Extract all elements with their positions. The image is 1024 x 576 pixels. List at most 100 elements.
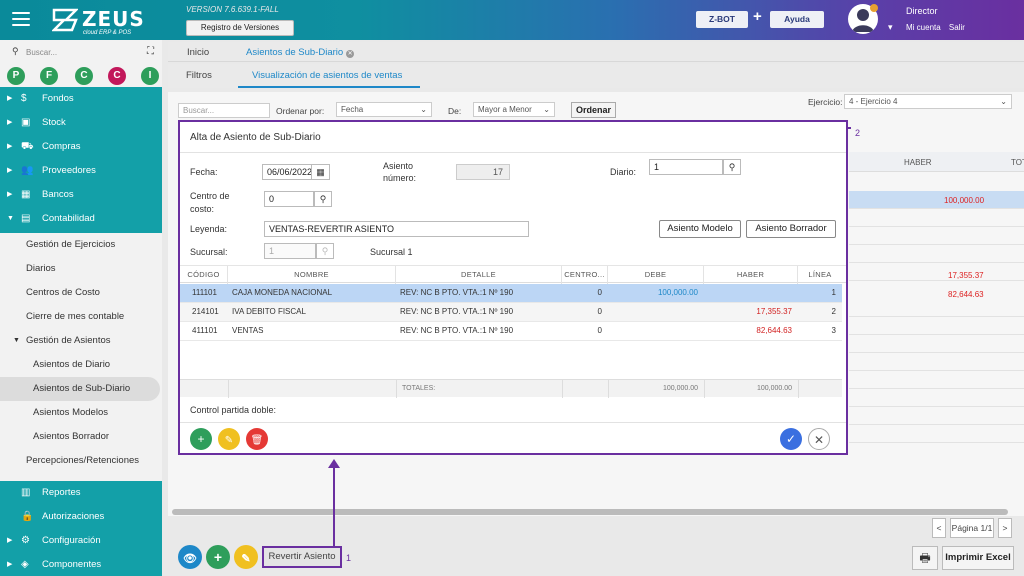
ordenar-button[interactable]: Ordenar <box>571 102 616 118</box>
table-row[interactable]: 411101 VENTAS REV: NC B PTO. VTA.:1 Nº 190… <box>180 322 842 341</box>
sidebar-item-stock[interactable]: ▶ ▣ Stock <box>0 111 162 135</box>
col-haber[interactable]: HABER <box>704 266 798 284</box>
col-centro[interactable]: CENTRO... <box>562 266 608 284</box>
diario-input[interactable]: 1 <box>649 159 723 175</box>
expand-icon[interactable]: ⛶ <box>147 46 154 57</box>
quick-button[interactable]: I <box>141 67 159 85</box>
bg-value: 82,644.63 <box>948 290 984 299</box>
table-row[interactable] <box>849 191 1024 209</box>
tab-inicio[interactable]: Inicio <box>187 47 209 58</box>
search-icon[interactable]: ⚲ <box>723 159 741 175</box>
close-tab-icon[interactable]: ✕ <box>346 50 355 58</box>
sidebar-subitem[interactable]: Asientos Modelos <box>0 401 162 425</box>
zbot-button[interactable]: Z-BOT <box>696 11 748 28</box>
tab-visualizacion[interactable]: Visualización de asientos de ventas <box>252 70 402 81</box>
calendar-icon[interactable]: ▦ <box>312 164 330 180</box>
sidebar-search-input[interactable]: Buscar... <box>26 48 57 57</box>
edit-line-button[interactable]: ✎ <box>218 428 240 450</box>
horizontal-scrollbar[interactable] <box>172 509 1008 515</box>
sidebar-item-configuración[interactable]: ▶ ⚙ Configuración <box>0 529 162 553</box>
col-nombre[interactable]: NOMBRE <box>228 266 396 284</box>
table-row[interactable] <box>849 353 1024 371</box>
table-row[interactable] <box>849 299 1024 317</box>
sidebar-subitem[interactable]: Diarios <box>0 257 162 281</box>
sidebar-subitem[interactable]: Gestión de Ejercicios <box>0 233 162 257</box>
sidebar-item-componentes[interactable]: ▶ ◈ Componentes <box>0 553 162 576</box>
sidebar-item-fondos[interactable]: ▶ $ Fondos <box>0 87 162 111</box>
revertir-asiento-button[interactable]: Revertir Asiento <box>262 546 342 568</box>
divider <box>228 380 229 398</box>
sidebar-item-autorizaciones[interactable]: 🔒 Autorizaciones <box>0 505 162 529</box>
sidebar-item-label: Fondos <box>42 93 74 104</box>
chevron-down-icon[interactable]: ▾ <box>888 22 893 33</box>
table-row[interactable] <box>849 209 1024 227</box>
col-detalle[interactable]: DETALLE <box>396 266 562 284</box>
registro-versiones-button[interactable]: Registro de Versiones <box>186 20 294 36</box>
delete-line-button[interactable]: 🗑 <box>246 428 268 450</box>
table-row[interactable] <box>849 263 1024 281</box>
col-debe[interactable]: DEBE <box>608 266 704 284</box>
ayuda-button[interactable]: Ayuda <box>770 11 824 28</box>
quick-button[interactable]: C <box>108 67 126 85</box>
confirm-button[interactable]: ✓ <box>780 428 802 450</box>
add-line-button[interactable]: + <box>190 428 212 450</box>
edit-button[interactable]: ✎ <box>234 545 258 569</box>
table-row[interactable]: 111101 CAJA MONEDA NACIONAL REV: NC B PTO.… <box>180 284 842 303</box>
ejercicio-select[interactable]: 4 - Ejercicio 4 ⌄ <box>844 94 1012 109</box>
sucursal-input[interactable]: 1 <box>264 243 316 259</box>
table-row[interactable]: 214101 IVA DEBITO FISCAL REV: NC B PTO. VT… <box>180 303 842 322</box>
cell-centro: 0 <box>597 288 602 297</box>
sidebar-subitem[interactable]: Asientos de Sub-Diario <box>0 377 160 401</box>
sidebar-subitem[interactable]: Asientos de Diario <box>0 353 162 377</box>
pager-next-button[interactable]: > <box>998 518 1012 538</box>
mi-cuenta-link[interactable]: Mi cuenta <box>906 23 941 32</box>
sidebar-subitem[interactable]: Cierre de mes contable <box>0 305 162 329</box>
col-linea[interactable]: LÍNEA <box>798 266 842 284</box>
logo-subtitle: cloud ERP & POS <box>83 30 132 36</box>
hamburger-menu-icon[interactable] <box>12 12 30 28</box>
table-row[interactable] <box>849 317 1024 335</box>
table-row[interactable] <box>849 425 1024 443</box>
leyenda-input[interactable]: VENTAS-REVERTIR ASIENTO <box>264 221 529 237</box>
sidebar-item-contabilidad[interactable]: ▼ ▤ Contabilidad <box>0 207 162 231</box>
quick-button[interactable]: C <box>75 67 93 85</box>
buscar-input[interactable]: Buscar... <box>178 103 270 118</box>
sidebar-item-proveedores[interactable]: ▶ 👥 Proveedores <box>0 159 162 183</box>
sidebar-subitem[interactable]: ▼ Gestión de Asientos <box>0 329 162 353</box>
salir-link[interactable]: Salir <box>949 23 965 32</box>
table-row[interactable] <box>849 371 1024 389</box>
table-row[interactable] <box>849 335 1024 353</box>
asiento-modelo-button[interactable]: Asiento Modelo <box>659 220 741 238</box>
sidebar-subitem[interactable]: Asientos Borrador <box>0 425 162 449</box>
sidebar-item-bancos[interactable]: ▶ ▦ Bancos <box>0 183 162 207</box>
imprimir-excel-button[interactable]: Imprimir Excel <box>942 546 1014 570</box>
pager-prev-button[interactable]: < <box>932 518 946 538</box>
table-row[interactable] <box>849 245 1024 263</box>
sidebar-subitem-label: Gestión de Ejercicios <box>26 239 116 250</box>
ejercicio-value: 4 - Ejercicio 4 <box>849 97 898 106</box>
table-row[interactable] <box>849 389 1024 407</box>
centro-costo-input[interactable]: 0 <box>264 191 314 207</box>
quick-button[interactable]: P <box>7 67 25 85</box>
add-button[interactable]: + <box>206 545 230 569</box>
sidebar-subitem[interactable]: Percepciones/Retenciones <box>0 449 162 473</box>
tab-filtros[interactable]: Filtros <box>186 70 212 81</box>
sidebar-item-compras[interactable]: ▶ ⛟ Compras <box>0 135 162 159</box>
sidebar-item-reportes[interactable]: ▥ Reportes <box>0 481 162 505</box>
search-icon[interactable]: ⚲ <box>314 191 332 207</box>
col-codigo[interactable]: CÓDIGO <box>180 266 228 284</box>
cancel-button[interactable]: ✕ <box>808 428 830 450</box>
table-row[interactable] <box>849 227 1024 245</box>
table-row[interactable] <box>849 407 1024 425</box>
de-select[interactable]: Mayor a Menor ⌄ <box>473 102 555 117</box>
view-button[interactable]: 👁 <box>178 545 202 569</box>
ordenar-por-select[interactable]: Fecha ⌄ <box>336 102 432 117</box>
quick-button[interactable]: F <box>40 67 58 85</box>
tab-asientos-label: Asientos de Sub-Diario <box>246 47 344 58</box>
fecha-input[interactable]: 06/06/2022 <box>262 164 312 180</box>
sidebar-search[interactable]: ⚲ Buscar... ⛶ <box>10 46 160 60</box>
asiento-borrador-button[interactable]: Asiento Borrador <box>746 220 836 238</box>
tab-asientos-sub-diario[interactable]: Asientos de Sub-Diario ✕ <box>246 47 355 58</box>
sidebar-subitem[interactable]: Centros de Costo <box>0 281 162 305</box>
print-button[interactable]: 🖶 <box>912 546 938 570</box>
